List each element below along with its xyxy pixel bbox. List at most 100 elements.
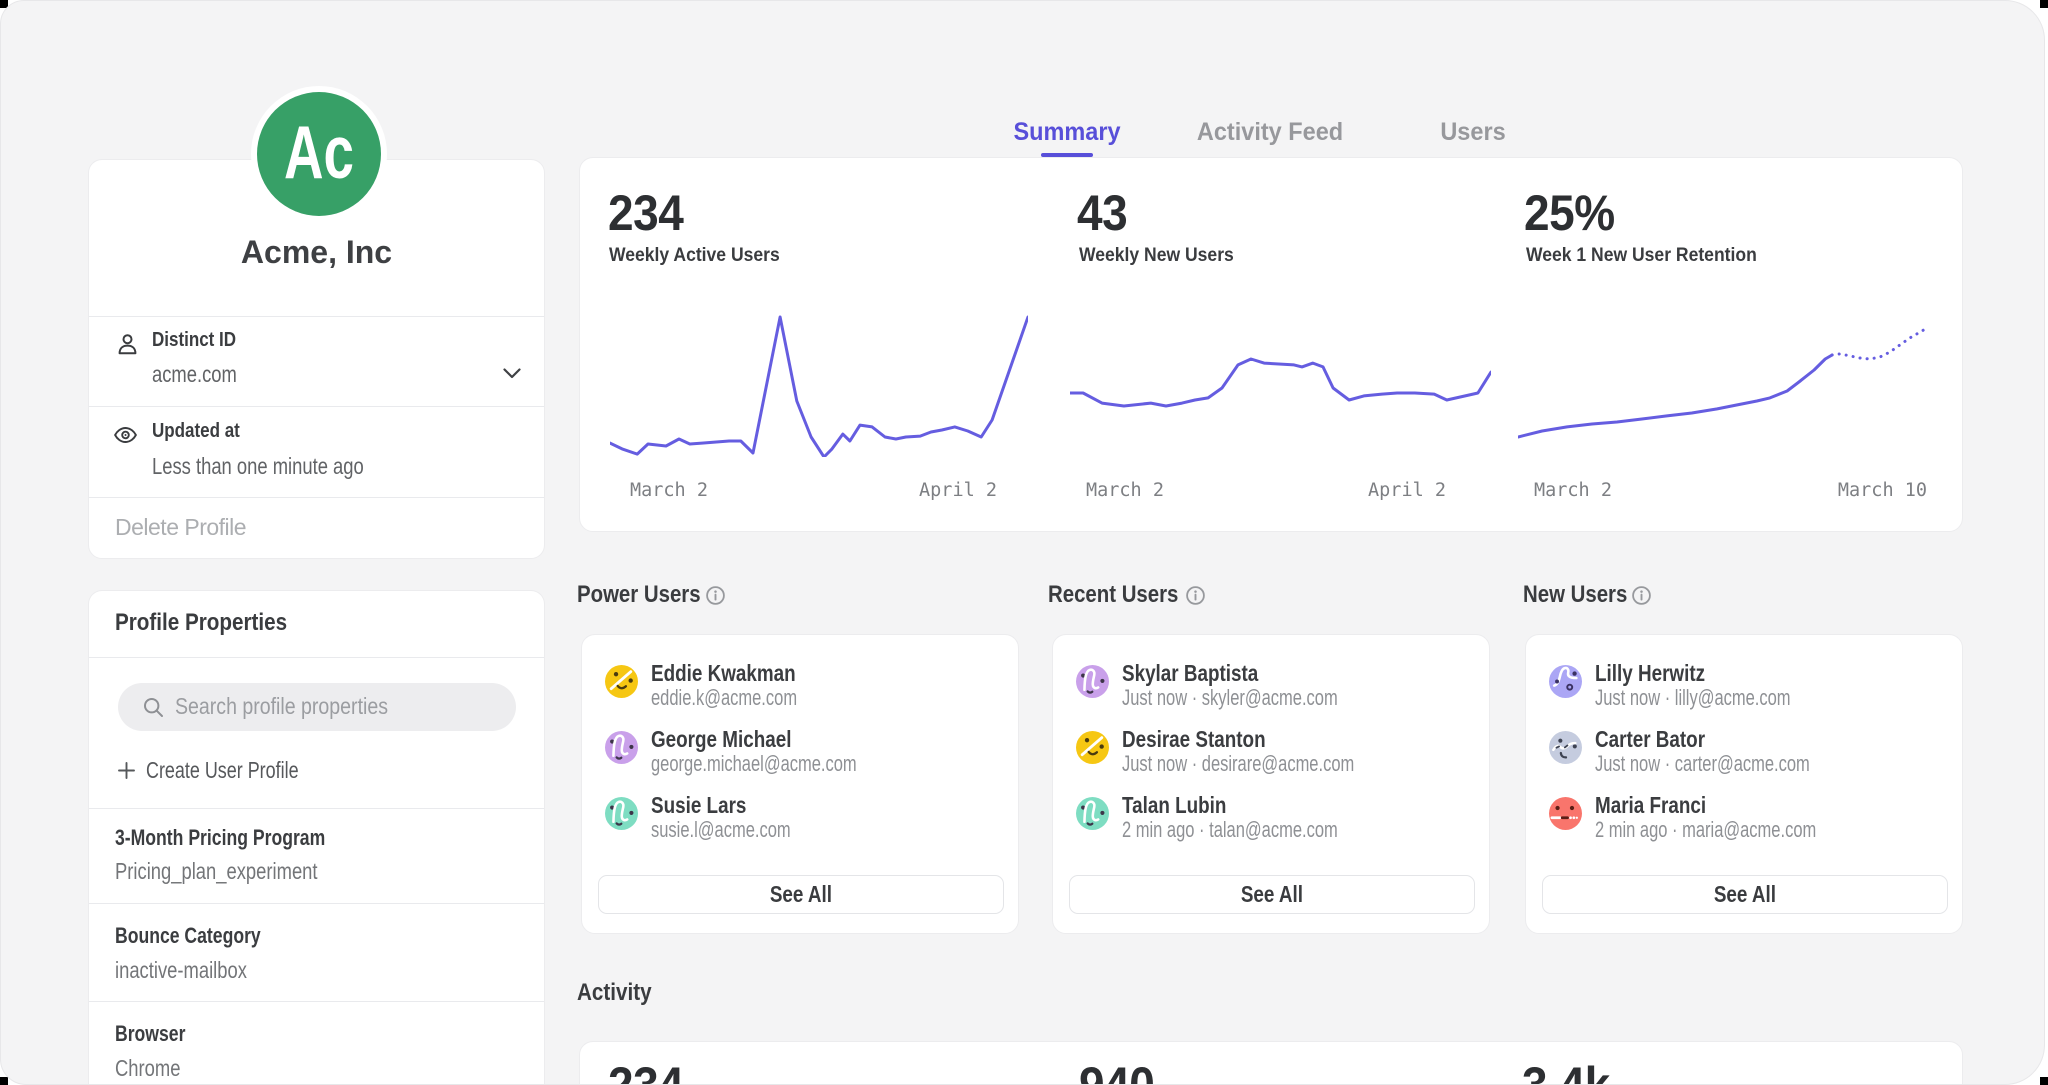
user-email: Just now · skyler@acme.com [1122,685,1338,711]
delete-profile-button[interactable]: Delete Profile [115,514,246,541]
power-users-title: Power Users [577,581,701,609]
user-avatar [605,797,638,830]
see-all-button[interactable]: See All [1069,875,1475,914]
property-name: Browser [115,1021,185,1047]
divider [89,903,544,904]
company-avatar: Ac [257,92,381,216]
user-name: Maria Franci [1595,792,1706,819]
avatar-face-icon [1549,665,1582,698]
avatar-face-icon [1076,797,1109,830]
power-users-section-header: Power Users [577,581,722,611]
user-name: Skylar Baptista [1122,660,1258,687]
plus-icon [118,762,135,779]
user-email: 2 min ago · talan@acme.com [1122,817,1338,843]
page: Ac Acme, Inc Distinct ID acme.com [0,0,2045,1085]
create-user-profile-label: Create User Profile [146,757,299,784]
property-name: 3-Month Pricing Program [115,825,325,851]
company-avatar-initials: Ac [284,109,354,195]
person-icon [114,333,140,356]
property-name: Bounce Category [115,923,261,949]
user-email: Just now · desirare@acme.com [1122,751,1354,777]
see-all-button[interactable]: See All [598,875,1004,914]
new-users-card: Lilly Herwitz Just now · lilly@acme.com … [1525,634,1963,934]
x-axis-label: March 2 [630,480,708,501]
user-list-item[interactable]: Lilly Herwitz Just now · lilly@acme.com [1549,660,1939,712]
distinct-id-label: Distinct ID [152,329,236,352]
info-icon[interactable] [1632,586,1651,605]
search-input[interactable] [175,693,464,720]
power-users-card: Eddie Kwakman eddie.k@acme.com George Mi… [581,634,1019,934]
tab-summary[interactable]: Summary [1013,118,1120,147]
user-list-item[interactable]: Maria Franci 2 min ago · maria@acme.com [1549,792,1939,844]
summary-card: 234 Weekly Active Users 43 Weekly New Us… [579,157,1963,532]
screen-corner [2040,0,2048,8]
property-value: Pricing_plan_experiment [115,858,318,885]
user-name: Desirae Stanton [1122,726,1266,753]
x-axis-label: March 10 [1838,480,1927,501]
user-avatar [1549,665,1582,698]
stat-label: Weekly Active Users [609,244,780,267]
avatar-face-icon [605,665,638,698]
user-avatar [1549,797,1582,830]
avatar-face-icon [1076,665,1109,698]
search-profile-properties[interactable] [118,683,516,731]
weekly-active-users-chart [610,302,1028,457]
new-users-section-header: New Users [1523,581,1646,611]
user-name: Talan Lubin [1122,792,1226,819]
info-icon[interactable] [706,586,725,605]
property-value: Chrome [115,1055,180,1082]
profile-properties-title: Profile Properties [115,609,287,637]
user-list-item[interactable]: Carter Bator Just now · carter@acme.com [1549,726,1939,778]
user-list-item[interactable]: Susie Lars susie.l@acme.com [605,792,995,844]
user-list-item[interactable]: George Michael george.michael@acme.com [605,726,995,778]
avatar-face-icon [1076,731,1109,764]
user-list-item[interactable]: Eddie Kwakman eddie.k@acme.com [605,660,995,712]
divider [89,657,544,658]
stat-value: 940 [1079,1060,1154,1085]
updated-at-label: Updated at [152,420,240,443]
user-name: Eddie Kwakman [651,660,796,687]
stat-value: 234 [608,188,683,238]
x-axis-label: April 2 [1368,480,1446,501]
user-list-item[interactable]: Skylar Baptista Just now · skyler@acme.c… [1076,660,1466,712]
user-avatar [1076,665,1109,698]
updated-at-value: Less than one minute ago [152,453,364,480]
search-icon [143,697,164,718]
stat-label: Week 1 New User Retention [1526,244,1757,267]
avatar-face-icon [1549,797,1582,830]
recent-users-section-header: Recent Users [1048,581,1201,611]
new-users-title: New Users [1523,581,1627,609]
avatar-face-icon [605,797,638,830]
stat-value: 3.4k [1522,1060,1610,1085]
user-avatar [1076,731,1109,764]
divider [89,808,544,809]
company-name: Acme, Inc [89,234,544,271]
week1-retention-chart [1518,302,1927,457]
user-list-item[interactable]: Talan Lubin 2 min ago · talan@acme.com [1076,792,1466,844]
user-email: 2 min ago · maria@acme.com [1595,817,1816,843]
user-email: Just now · carter@acme.com [1595,751,1810,777]
chevron-down-icon[interactable] [503,366,521,384]
info-icon[interactable] [1186,586,1205,605]
x-axis-label: March 2 [1534,480,1612,501]
user-email: susie.l@acme.com [651,817,791,843]
user-email: Just now · lilly@acme.com [1595,685,1791,711]
user-email: george.michael@acme.com [651,751,857,777]
tab-users[interactable]: Users [1440,118,1505,147]
x-axis-label: March 2 [1086,480,1164,501]
divider [89,316,544,317]
weekly-new-users-chart [1070,302,1491,457]
recent-users-title: Recent Users [1048,581,1178,609]
user-email: eddie.k@acme.com [651,685,797,711]
see-all-label: See All [770,881,832,908]
tab-activity-feed[interactable]: Activity Feed [1197,118,1343,147]
see-all-label: See All [1714,881,1776,908]
property-value: inactive-mailbox [115,957,247,984]
user-name: Lilly Herwitz [1595,660,1705,687]
see-all-button[interactable]: See All [1542,875,1948,914]
user-list-item[interactable]: Desirae Stanton Just now · desirare@acme… [1076,726,1466,778]
activity-card: 234 940 3.4k [579,1041,1963,1085]
see-all-label: See All [1241,881,1303,908]
distinct-id-value: acme.com [152,361,237,388]
create-user-profile-button[interactable]: Create User Profile [118,757,342,784]
